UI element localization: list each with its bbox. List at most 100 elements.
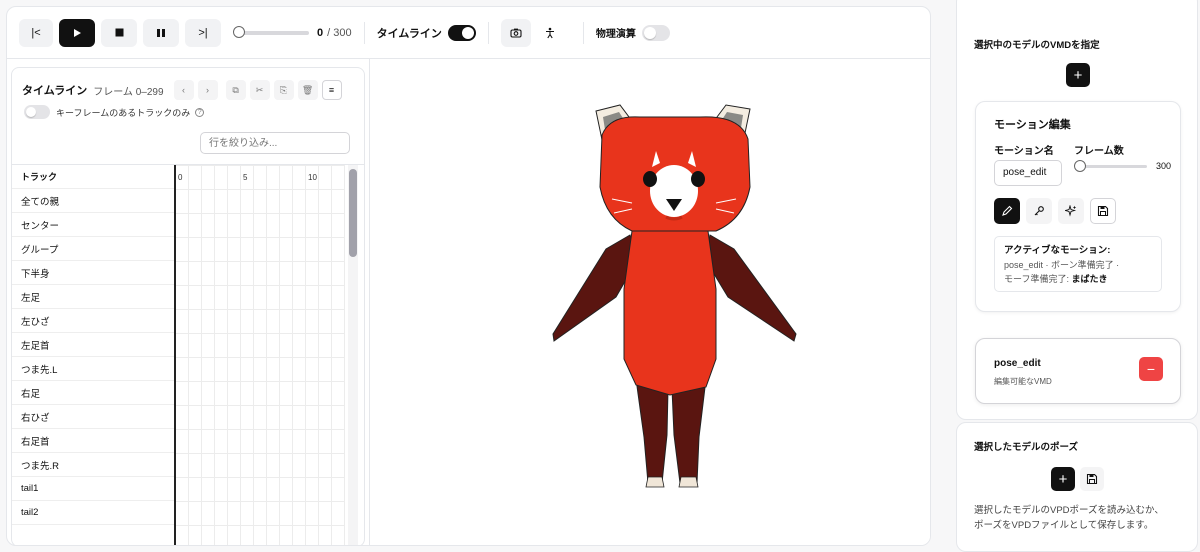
frame-count-knob[interactable] — [1074, 160, 1086, 172]
active-motion-title: アクティブなモーション: — [1004, 245, 1111, 256]
timeline-title: タイムライン — [22, 85, 88, 97]
pencil-icon — [1002, 205, 1013, 216]
pose-button[interactable] — [535, 19, 565, 47]
prev-keyframe-button[interactable]: ‹ — [173, 80, 194, 100]
save-motion-button[interactable] — [1090, 198, 1116, 224]
save-pose-button[interactable] — [1080, 467, 1104, 491]
keyframe-only-label: キーフレームのあるトラックのみ — [56, 107, 191, 118]
timeline-header: タイムライン フレーム 0–299 ‹ › ⧉ ✂ ⎘ 🗑 ≡ — [22, 80, 342, 100]
key-icon — [1034, 206, 1044, 216]
person-icon — [545, 27, 554, 38]
vmd-item-name: pose_edit — [994, 358, 1041, 369]
stop-icon — [115, 28, 123, 37]
track-row[interactable]: tail2 — [12, 501, 174, 525]
copy-icon: ⧉ — [232, 84, 239, 95]
physics-toggle-label: 物理演算 — [595, 29, 636, 40]
pose-sidebar: 選択したモデルのポーズ + 選択したモデルのVPDポーズを読み込むか、 ポーズを… — [956, 422, 1198, 552]
tick-label: 10 — [308, 173, 317, 182]
paste-icon: ⎘ — [279, 84, 288, 95]
menu-button[interactable]: ≡ — [321, 80, 342, 100]
timeline-panel: タイムライン フレーム 0–299 ‹ › ⧉ ✂ ⎘ 🗑 ≡ キーフレームのあ… — [11, 67, 365, 545]
pose-description-line: 選択したモデルのVPDポーズを読み込むか、 — [974, 505, 1164, 516]
divider — [363, 21, 365, 44]
track-grid: トラック 全ての親 センター グループ 下半身 左足 左ひざ 左足首 つま先.L 右足 右ひざ 右足… — [12, 164, 364, 545]
track-row[interactable]: つま先.L — [12, 357, 174, 381]
track-row[interactable]: 左足首 — [12, 333, 174, 357]
vmd-section-title: 選択中のモデルのVMDを指定 — [974, 40, 1100, 51]
vmd-list-item[interactable]: pose_edit 編集可能なVMD − — [975, 338, 1181, 404]
play-button[interactable] — [59, 18, 95, 47]
frame-total: / 300 — [327, 26, 352, 39]
track-row[interactable]: 右足首 — [12, 429, 174, 453]
physics-toggle[interactable] — [641, 24, 670, 41]
active-motion-status: pose_edit · ボーン準備完了 · — [1004, 260, 1120, 270]
seek-slider[interactable] — [233, 25, 309, 38]
tick-label: 5 — [243, 173, 248, 182]
plus-icon: + — [1058, 470, 1068, 488]
track-row[interactable]: 左ひざ — [12, 309, 174, 333]
add-vmd-button[interactable]: + — [1066, 63, 1090, 87]
track-row[interactable]: センター — [12, 213, 174, 237]
skip-end-icon: >| — [198, 26, 208, 39]
menu-icon: ≡ — [328, 85, 335, 95]
plus-icon: + — [1073, 66, 1083, 84]
keyframe-cells[interactable] — [175, 165, 345, 545]
keyframe-only-toggle[interactable] — [24, 105, 50, 119]
motion-name-label: モーション名 — [994, 146, 1054, 157]
track-row[interactable]: 左足 — [12, 285, 174, 309]
trash-icon: 🗑 — [301, 84, 314, 95]
frame-count-label: フレーム数 — [1074, 146, 1124, 157]
load-pose-button[interactable]: + — [1051, 467, 1075, 491]
frame-count-value: 300 — [1156, 161, 1172, 171]
track-row[interactable]: グループ — [12, 237, 174, 261]
playhead[interactable] — [174, 165, 176, 545]
track-scrollbar[interactable] — [348, 165, 358, 545]
minus-icon: − — [1146, 361, 1156, 377]
vmd-item-subtitle: 編集可能なVMD — [994, 377, 1052, 386]
skip-start-icon: |< — [31, 26, 41, 39]
remove-vmd-button[interactable]: − — [1139, 357, 1163, 381]
auto-generate-button[interactable] — [1058, 198, 1084, 224]
screenshot-button[interactable] — [500, 18, 531, 47]
frame-range: フレーム 0–299 — [93, 86, 164, 98]
cut-button[interactable]: ✂ — [249, 80, 270, 100]
track-row[interactable]: 下半身 — [12, 261, 174, 285]
delete-keyframe-button[interactable]: 🗑 — [297, 80, 318, 100]
frame-count-slider[interactable] — [1074, 160, 1147, 172]
motion-name-input[interactable]: pose_edit — [994, 160, 1062, 186]
copy-button[interactable]: ⧉ — [225, 80, 246, 100]
play-icon — [74, 28, 81, 37]
3d-viewport[interactable] — [369, 59, 930, 545]
stop-button[interactable] — [101, 18, 137, 47]
active-motion-info: アクティブなモーション: pose_edit · ボーン準備完了 · モーフ準備… — [994, 236, 1162, 292]
track-row[interactable]: tail1 — [12, 477, 174, 501]
track-row[interactable]: 右ひざ — [12, 405, 174, 429]
track-header: トラック — [12, 165, 174, 189]
divider — [487, 21, 489, 44]
timeline-toggle[interactable] — [447, 24, 476, 41]
go-to-start-button[interactable]: |< — [19, 18, 53, 47]
pose-description-line: ポーズをVPDファイルとして保存します。 — [974, 520, 1154, 531]
playback-toolbar: |< >| 0 / 300 タイムライン 物理演算 — [7, 7, 930, 59]
frame-current: 0 — [317, 26, 324, 39]
key-button[interactable] — [1026, 198, 1052, 224]
active-morph-name: まばたき — [1071, 274, 1108, 284]
seek-slider-knob[interactable] — [233, 25, 245, 38]
track-row[interactable]: つま先.R — [12, 453, 174, 477]
go-to-end-button[interactable]: >| — [185, 18, 221, 47]
pose-description: 選択したモデルのVPDポーズを読み込むか、 ポーズをVPDファイルとして保存しま… — [974, 503, 1184, 533]
active-morph-status: モーフ準備完了: まばたき — [1004, 274, 1108, 284]
pause-button[interactable] — [143, 18, 179, 47]
motion-edit-heading: モーション編集 — [994, 119, 1071, 131]
help-icon[interactable]: ? — [195, 107, 205, 117]
edit-motion-button[interactable] — [994, 198, 1020, 224]
paste-button[interactable]: ⎘ — [273, 80, 294, 100]
next-keyframe-button[interactable]: › — [197, 80, 218, 100]
track-filter-input[interactable] — [200, 132, 350, 154]
track-row[interactable]: 右足 — [12, 381, 174, 405]
save-icon — [1097, 205, 1109, 217]
track-row[interactable]: 全ての親 — [12, 189, 174, 213]
pause-icon — [157, 28, 165, 37]
red-panda-model — [552, 104, 797, 488]
pose-section-title: 選択したモデルのポーズ — [974, 442, 1079, 453]
